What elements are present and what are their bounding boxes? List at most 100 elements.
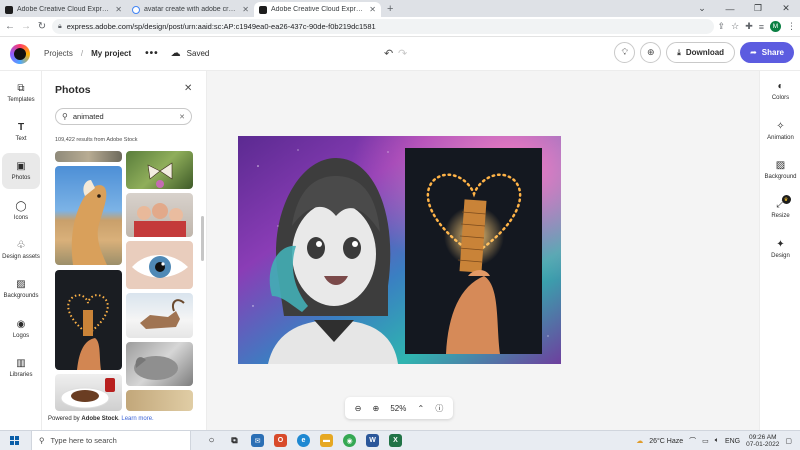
animation-icon: ✧ [776, 121, 785, 132]
tab-search-icon[interactable]: ⌄ [688, 3, 716, 14]
creative-cloud-logo[interactable] [10, 43, 30, 64]
rail-item-icons[interactable]: ◯ Icons [2, 193, 40, 229]
photos-icon: ▣ [16, 160, 26, 172]
right-rail-item-animation[interactable]: ✧ Animation [760, 121, 800, 142]
browser-menu-icon[interactable]: ⋮ [787, 21, 796, 32]
back-icon[interactable]: ← [4, 21, 16, 32]
photo-search-input[interactable] [72, 112, 175, 121]
right-rail-item-resize[interactable]: ⤢ ♛ Resize [760, 195, 800, 219]
zoom-out-icon[interactable]: ⊖ [355, 404, 362, 413]
restore-icon[interactable]: ❐ [744, 3, 772, 14]
task-view-icon[interactable]: ⧉ [228, 434, 241, 447]
mail-icon[interactable]: ✉ [251, 434, 264, 447]
taskbar-search[interactable]: ⚲ Type here to search [31, 430, 191, 450]
project-name[interactable]: My project [91, 49, 131, 58]
photo-thumbnail[interactable] [126, 151, 193, 189]
photo-search-field[interactable]: ⚲ ✕ [55, 108, 192, 125]
close-panel-icon[interactable]: ✕ [184, 83, 192, 94]
right-rail-item-background[interactable]: ▨ Background [760, 161, 800, 181]
leaning-tower-photo [405, 148, 542, 354]
photo-thumbnail[interactable] [55, 151, 122, 162]
language-indicator[interactable]: ENG [725, 438, 740, 445]
weather-text[interactable]: 26°C Haze [649, 438, 683, 445]
rail-item-logos[interactable]: ◉ Logos [2, 311, 40, 347]
undo-icon[interactable]: ↶ [384, 47, 393, 60]
bookmark-star-icon[interactable]: ☆ [731, 21, 739, 32]
backgrounds-icon: ▨ [16, 278, 26, 290]
photo-thumbnail[interactable] [126, 342, 193, 386]
share-button[interactable]: ➦ Share [740, 42, 794, 63]
invite-collaborator-icon[interactable]: ⊕ [640, 42, 662, 63]
profile-avatar[interactable]: M [770, 21, 781, 32]
adobe-favicon-icon [259, 5, 267, 14]
window-controls: ⌄ — ❐ ✕ [688, 0, 800, 17]
photo-results-grid [55, 151, 195, 411]
extension-puzzle-icon[interactable]: ✚ [745, 21, 753, 32]
reload-icon[interactable]: ↻ [36, 21, 48, 32]
file-explorer-icon[interactable]: ▬ [320, 434, 333, 447]
rail-item-backgrounds[interactable]: ▨ Backgrounds [2, 271, 40, 307]
reading-list-icon[interactable]: ≡ [759, 22, 764, 32]
url-field[interactable]: 🔒︎ express.adobe.com/sp/design/post/urn:… [52, 19, 714, 34]
office-icon[interactable]: O [274, 434, 287, 447]
right-rail-item-design[interactable]: ✦ Design [760, 240, 800, 260]
rail-item-templates[interactable]: ⧉ Templates [2, 75, 40, 111]
clear-search-icon[interactable]: ✕ [179, 113, 185, 121]
clock[interactable]: 09:26 AM 07-01-2022 [746, 434, 779, 449]
lightbulb-icon[interactable]: 💡︎ [614, 42, 636, 63]
excel-icon[interactable]: X [389, 434, 402, 447]
text-icon: T [17, 121, 25, 133]
results-count: 109,422 results from Adobe Stock [55, 137, 138, 143]
photo-thumbnail[interactable] [55, 374, 122, 411]
windows-start-icon[interactable] [10, 436, 19, 445]
weather-icon[interactable]: ☁ [636, 437, 643, 445]
close-tab-icon[interactable]: ✕ [115, 5, 122, 14]
breadcrumb-projects[interactable]: Projects [44, 49, 73, 58]
photo-thumbnail[interactable] [126, 193, 193, 237]
close-tab-icon[interactable]: ✕ [369, 5, 376, 14]
zoom-level[interactable]: 52% [390, 404, 406, 413]
powered-prefix: Powered by [48, 416, 80, 422]
minimize-icon[interactable]: — [716, 4, 744, 14]
chrome-icon[interactable]: ◉ [343, 434, 356, 450]
browser-tab-2[interactable]: avatar create with adobe creativ ✕ [127, 2, 254, 17]
volume-icon[interactable]: 🔈︎ [715, 437, 719, 445]
rail-label: Backgrounds [3, 292, 39, 299]
more-options-button[interactable]: ••• [145, 48, 159, 59]
browser-tab-1[interactable]: Adobe Creative Cloud Express (B ✕ [0, 2, 127, 17]
photo-thumbnail[interactable] [55, 166, 122, 265]
lock-icon[interactable]: 🔒︎ [58, 23, 62, 31]
rail-label: Photos [11, 174, 31, 181]
photo-thumbnail[interactable] [126, 241, 193, 289]
close-tab-icon[interactable]: ✕ [242, 5, 249, 14]
browser-tab-3[interactable]: Adobe Creative Cloud Express ✕ [254, 2, 381, 17]
redo-icon[interactable]: ↷ [398, 47, 407, 60]
learn-more-link[interactable]: Learn more. [121, 416, 153, 422]
rail-item-text[interactable]: T Text [2, 114, 40, 150]
right-rail-item-colors[interactable]: ◐ Colors [760, 82, 800, 102]
close-window-icon[interactable]: ✕ [772, 3, 800, 14]
resize-icon: ⤢ ♛ [777, 195, 791, 210]
photo-thumbnail[interactable] [55, 270, 122, 370]
chevron-up-icon[interactable]: ⌃ [418, 404, 425, 413]
powered-dot: . [118, 416, 120, 422]
forward-icon[interactable]: → [20, 21, 32, 32]
share-page-icon[interactable]: ⇪ [718, 21, 726, 32]
panel-scrollbar[interactable] [201, 216, 204, 261]
info-icon[interactable]: ⓘ [435, 403, 443, 414]
zoom-in-icon[interactable]: ⊕ [372, 404, 379, 413]
rail-item-libraries[interactable]: ▥ Libraries [2, 350, 40, 386]
photo-thumbnail[interactable] [126, 390, 193, 411]
rail-item-photos[interactable]: ▣ Photos [2, 153, 40, 189]
design-artboard[interactable] [238, 136, 561, 364]
edge-icon[interactable]: e [297, 434, 310, 447]
network-icon[interactable]: ⌒ [689, 436, 696, 446]
notifications-icon[interactable]: ▢ [785, 437, 792, 445]
download-button[interactable]: ⤓ Download [666, 42, 736, 63]
cortana-icon[interactable]: ○ [205, 434, 218, 447]
word-icon[interactable]: W [366, 434, 379, 447]
new-tab-button[interactable]: + [387, 2, 393, 17]
photo-thumbnail[interactable] [126, 293, 193, 338]
battery-icon[interactable]: ▭ [702, 437, 709, 445]
rail-item-design-assets[interactable]: ♧ Design assets [2, 232, 40, 268]
